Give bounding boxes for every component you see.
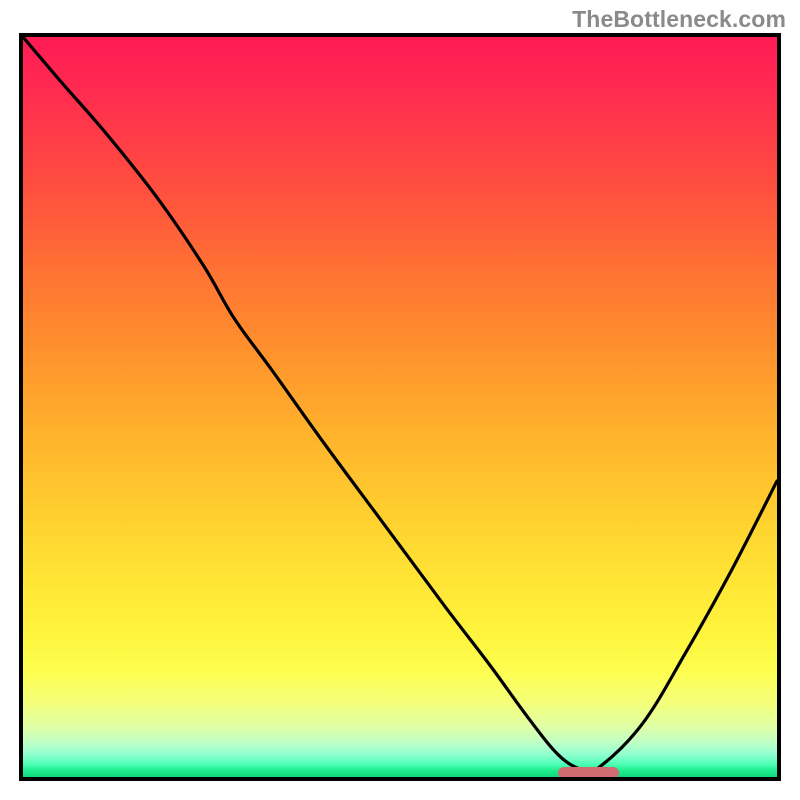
watermark-text: TheBottleneck.com <box>572 6 786 33</box>
plot-area <box>23 37 777 777</box>
bottleneck-curve <box>23 37 777 777</box>
plot-frame <box>19 33 781 781</box>
optimal-range-marker <box>558 767 618 777</box>
chart-container: TheBottleneck.com <box>0 0 800 800</box>
